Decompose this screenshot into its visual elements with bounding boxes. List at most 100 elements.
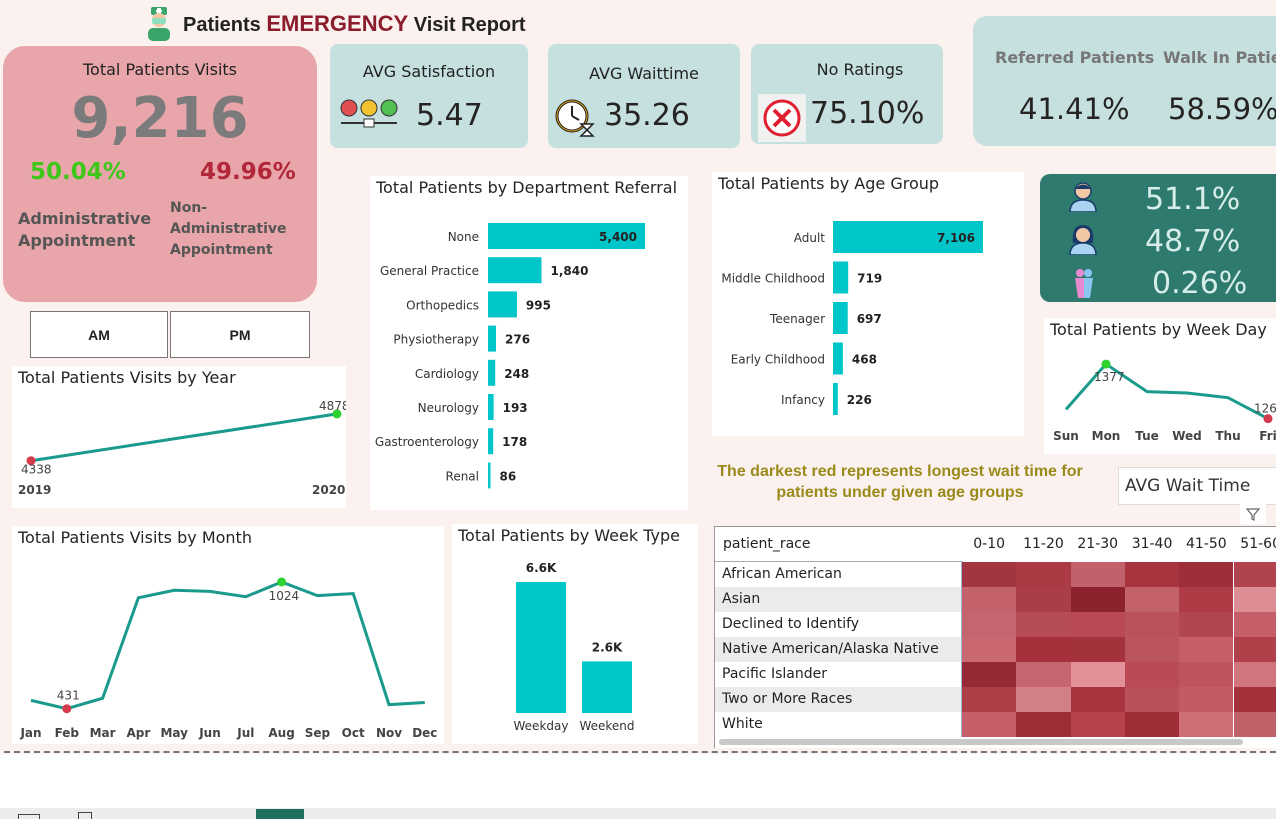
- bar: [488, 291, 517, 318]
- month-tick-label: Aug: [268, 726, 294, 740]
- page-nav-icon[interactable]: [18, 814, 40, 819]
- bar-value-label: 995: [526, 298, 551, 312]
- heatmap-cell: [1233, 587, 1276, 612]
- year-max-label: 4878: [319, 399, 346, 413]
- other-gender-icon: [1075, 269, 1093, 298]
- male-percent: 51.1%: [1145, 182, 1241, 217]
- year-min-label: 4338: [21, 463, 52, 477]
- heatmap-cell: [962, 712, 1017, 737]
- no-ratings-value: 75.10%: [810, 96, 925, 131]
- month-tick-label: Mar: [90, 726, 116, 740]
- other-percent: 0.26%: [1152, 266, 1248, 301]
- heatmap-cell: [1016, 637, 1071, 662]
- month-tick-label: Feb: [55, 726, 80, 740]
- agegroup-chart-panel: Total Patients by Age Group Adult 7,106 Mi…: [712, 172, 1024, 436]
- heatmap-header-label: patient_race: [723, 536, 811, 552]
- heatmap-cell: [1016, 687, 1071, 712]
- month-min-label: 431: [57, 689, 80, 703]
- wait-time-heatmap: patient_race African American Asian Declin…: [714, 526, 1276, 748]
- fit-page-icon[interactable]: [78, 812, 92, 819]
- page-tab-bar: [0, 808, 1276, 819]
- bar: [488, 359, 496, 386]
- total-visits-label: Total Patients Visits: [82, 60, 237, 79]
- admin-percent: 50.04%: [30, 159, 126, 185]
- month-tick-label: Oct: [342, 726, 365, 740]
- page-divider: [4, 751, 1276, 753]
- heatmap-cell: [1070, 637, 1125, 662]
- filter-icon[interactable]: [1240, 504, 1266, 524]
- bar: [488, 462, 491, 489]
- bar: [833, 261, 849, 294]
- walkin-label: Walk In Patien: [1163, 48, 1276, 67]
- am-button[interactable]: AM: [30, 311, 168, 358]
- nonadmin-percent: 49.96%: [200, 159, 296, 185]
- bar-value-label: 1,840: [550, 264, 588, 278]
- heatmap-cell: [1070, 587, 1125, 612]
- week-type-category-label: Weekday: [514, 719, 569, 733]
- bar: [488, 325, 497, 352]
- heatmap-cell: [962, 587, 1017, 612]
- page-title-emphasis: EMERGENCY: [266, 11, 409, 36]
- weekday-tick-label: Fri: [1259, 429, 1276, 443]
- bar-category-label: Gastroenterology: [375, 435, 479, 449]
- bar-value-label: 5,400: [599, 230, 637, 244]
- department-chart-panel: Total Patients by Department Referral No…: [370, 176, 688, 510]
- heatmap-cell: [1179, 687, 1234, 712]
- male-patient-icon: [1069, 182, 1097, 212]
- pm-button[interactable]: PM: [170, 311, 310, 358]
- bar: [488, 257, 542, 284]
- canvas-bottom: [0, 754, 1276, 808]
- heatmap-cell: [1179, 587, 1234, 612]
- bar-value-label: 248: [504, 367, 529, 381]
- heatmap-cell: [1179, 662, 1234, 687]
- heatmap-cell: [1233, 637, 1276, 662]
- bar-value-label: 7,106: [937, 231, 975, 245]
- heatmap-cell: [1070, 562, 1125, 587]
- month-line: [30, 580, 425, 711]
- bar-category-label: Neurology: [418, 401, 479, 415]
- week-type-bar: [516, 582, 566, 713]
- bar-category-label: None: [448, 230, 479, 244]
- bar-category-label: Adult: [794, 231, 826, 245]
- bar-value-label: 719: [857, 272, 882, 286]
- bar-value-label: 468: [852, 353, 877, 367]
- bar: [833, 302, 848, 334]
- bar: [833, 342, 843, 375]
- heatmap-row-label: Asian: [715, 587, 961, 612]
- weekday-chart: 1377 126 Sun Mon Tue Wed Thu Fri: [1053, 359, 1276, 443]
- no-ratings-card: No Ratings 75.10%: [751, 44, 943, 144]
- weekday-max-label: 1377: [1094, 370, 1125, 384]
- active-page-tab[interactable]: [256, 809, 304, 819]
- month-chart-panel: Total Patients Visits by Month 431 1024 Ja…: [12, 526, 444, 744]
- month-max-label: 1024: [269, 589, 300, 603]
- horizontal-scrollbar[interactable]: [719, 739, 1243, 745]
- bar-category-label: Physiotherapy: [393, 333, 479, 347]
- heatmap-cell: [962, 612, 1017, 637]
- bar-value-label: 226: [847, 393, 872, 407]
- heatmap-row-label: Native American/Alaska Native: [715, 637, 961, 662]
- heatmap-cell: [962, 562, 1017, 587]
- month-tick-label: Jun: [198, 726, 221, 740]
- total-visits-card: Total Patients Visits 9,216 50.04% 49.96…: [3, 46, 317, 302]
- bar-value-label: 697: [857, 312, 882, 326]
- red-x-icon: [758, 94, 806, 142]
- heatmap-cell: [1233, 662, 1276, 687]
- total-visits-value: 9,216: [71, 86, 249, 151]
- heatmap-cell: [1233, 712, 1276, 737]
- avg-satisfaction-value: 5.47: [416, 98, 483, 133]
- heatmap-cell: [1016, 612, 1071, 637]
- heatmap-row-label: Declined to Identify: [715, 612, 961, 637]
- month-tick-label: May: [160, 726, 188, 740]
- heatmap-cell: [1233, 687, 1276, 712]
- nonadmin-label: Non- Administrative Appointment: [170, 200, 287, 258]
- heatmap-cell: [1179, 712, 1234, 737]
- heatmap-row-label: Two or More Races: [715, 687, 961, 712]
- referral-type-card: Referred Patients 41.41% Walk In Patien …: [973, 16, 1276, 146]
- heatmap-cell: [962, 662, 1017, 687]
- month-tick-label: Nov: [376, 726, 402, 740]
- avg-wait-time-slicer[interactable]: AVG Wait Time: [1118, 467, 1276, 505]
- admin-label: Administrative Appointment: [18, 209, 152, 250]
- heatmap-column-header: 31-40: [1131, 536, 1173, 552]
- avg-satisfaction-label: AVG Satisfaction: [362, 62, 496, 81]
- avg-waittime-label: AVG Waittime: [589, 64, 699, 83]
